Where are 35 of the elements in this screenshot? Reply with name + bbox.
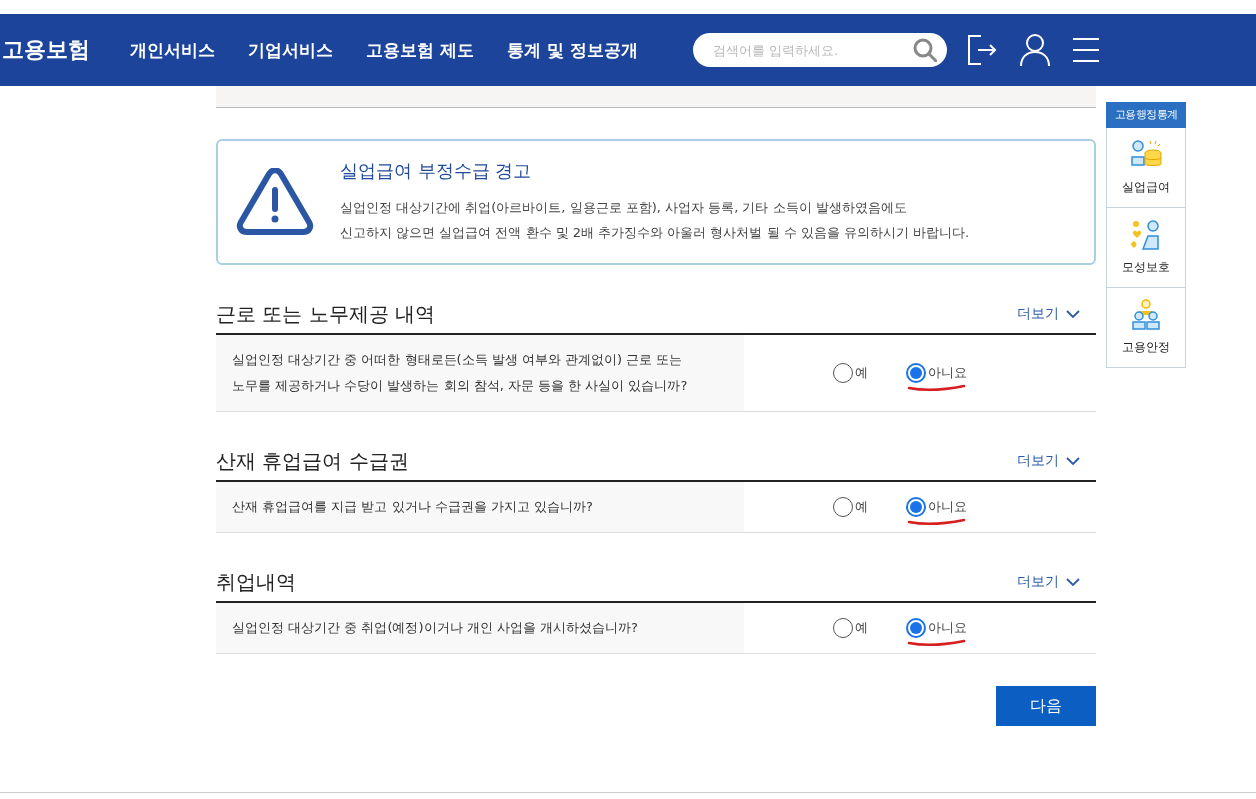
section-title: 취업내역 <box>216 568 296 596</box>
more-link[interactable]: 더보기 <box>1011 451 1086 471</box>
chevron-down-icon <box>1066 577 1080 587</box>
search-icon[interactable] <box>912 38 937 62</box>
more-link[interactable]: 더보기 <box>1011 572 1086 592</box>
section-title: 산재 휴업급여 수급권 <box>216 447 409 475</box>
chevron-down-icon <box>1066 309 1080 319</box>
menu-icon[interactable] <box>1072 37 1099 63</box>
radio-option[interactable]: 아니요 <box>906 363 967 383</box>
search-field[interactable]: 검색어를 입력하세요. <box>692 33 947 67</box>
question-text: 실업인정 대상기간 중 취업(예정)이거나 개인 사업을 개시하셨습니까? <box>216 603 744 653</box>
radio-option[interactable]: 아니요 <box>906 497 967 517</box>
next-button[interactable]: 다음 <box>996 686 1096 726</box>
logout-icon[interactable] <box>966 34 997 66</box>
nav-link[interactable]: 통계 및 정보공개 <box>506 38 638 62</box>
people-group-icon <box>1130 299 1162 331</box>
warning-icon <box>236 168 314 236</box>
radio-option[interactable]: 아니요 <box>906 618 967 638</box>
panel-title: 고용행정통계 <box>1106 102 1186 128</box>
more-link[interactable]: 더보기 <box>1011 304 1086 324</box>
user-icon[interactable] <box>1018 33 1051 67</box>
quick-link[interactable]: 모성보호 <box>1107 207 1185 287</box>
question-text: 산재 휴업급여를 지급 받고 있거나 수급권을 가지고 있습니까? <box>216 482 744 532</box>
chevron-down-icon <box>1066 456 1080 466</box>
site-logo[interactable]: 고용보험 <box>2 35 130 65</box>
quick-link[interactable]: 실업급여 <box>1107 128 1185 207</box>
nav-link[interactable]: 고용보험 제도 <box>366 38 474 62</box>
hearts-person-icon <box>1130 219 1162 251</box>
warning-title: 실업급여 부정수급 경고 <box>340 159 533 183</box>
warning-text: 실업인정 대상기간에 취업(아르바이트, 일용근로 포함), 사업자 등록, 기타 소득이 발생하였음에도 신고하지 않으면 실업급여 전액 환수 및 2배 추가징수와 아울러 형사처벌 될 수 있음을 유의하시기 바랍니다. <box>340 199 970 242</box>
nav-link[interactable]: 기업서비스 <box>248 38 333 62</box>
nav-link[interactable]: 개인서비스 <box>130 38 215 62</box>
section-title: 근로 또는 노무제공 내역 <box>216 300 436 328</box>
quick-link[interactable]: 고용안정 <box>1107 287 1185 367</box>
question-text: 실업인정 대상기간 중 어떠한 형태로든(소득 발생 여부와 관계없이) 근로 또는 노무를 제공하거나 수당이 발생하는 회의 참석, 자문 등을 한 사실이 있습니까? <box>216 335 744 411</box>
